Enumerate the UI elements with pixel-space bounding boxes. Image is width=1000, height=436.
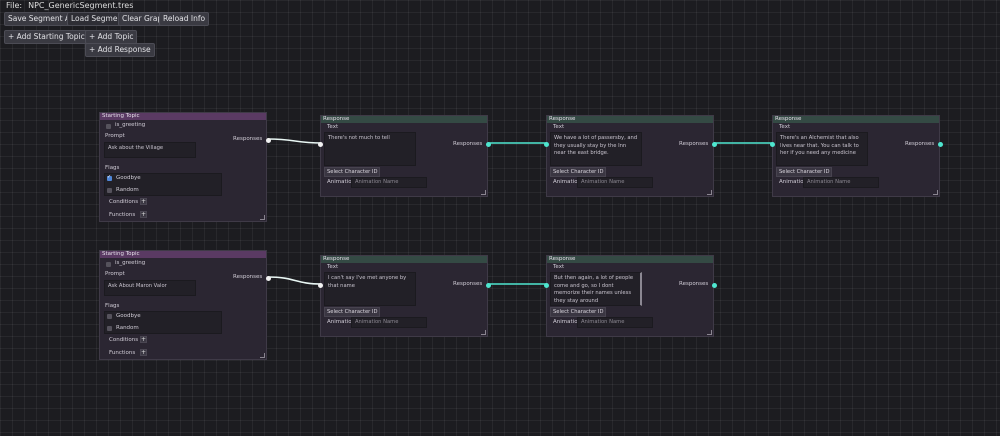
select-character-button[interactable]: Select Character ID (550, 167, 607, 177)
functions-label: Functions (109, 350, 136, 356)
response-text-input[interactable]: I can't say I've met anyone by that name (324, 272, 416, 306)
response-node[interactable]: Response Text There's not much to tell S… (318, 115, 491, 197)
resize-handle[interactable] (481, 330, 486, 335)
responses-output-port[interactable] (938, 142, 943, 147)
response-input-port[interactable] (544, 283, 549, 288)
responses-output-port[interactable] (486, 283, 491, 288)
add-condition-button[interactable]: + (140, 336, 147, 343)
is-greeting-checkbox[interactable] (106, 124, 111, 129)
animation-name-input[interactable]: Animation Name (351, 317, 427, 328)
flags-label: Flags (105, 303, 120, 309)
goodbye-checkbox[interactable] (107, 174, 112, 182)
add-condition-button[interactable]: + (140, 198, 147, 205)
conditions-label: Conditions (109, 337, 139, 343)
responses-label: Responses (453, 141, 483, 147)
select-character-button[interactable]: Select Character ID (324, 307, 381, 317)
node-title: Response (321, 116, 487, 123)
response-node[interactable]: Response Text I can't say I've met anyon… (318, 255, 491, 337)
resize-handle[interactable] (707, 330, 712, 335)
select-character-button[interactable]: Select Character ID (776, 167, 833, 177)
flags-label: Flags (105, 165, 120, 171)
node-title: Starting Topic (100, 113, 266, 120)
responses-output-port[interactable] (712, 283, 717, 288)
resize-handle[interactable] (481, 190, 486, 195)
select-character-button[interactable]: Select Character ID (324, 167, 381, 177)
goodbye-label: Goodbye (116, 175, 141, 181)
prompt-label: Prompt (105, 133, 125, 139)
select-character-button[interactable]: Select Character ID (550, 307, 607, 317)
random-label: Random (116, 325, 139, 331)
node-title: Response (547, 256, 713, 263)
responses-output-port[interactable] (712, 142, 717, 147)
response-input-port[interactable] (770, 142, 775, 147)
wire-topic1-response1 (267, 138, 323, 144)
random-checkbox[interactable] (107, 188, 112, 193)
text-label: Text (553, 124, 565, 130)
animation-name-input[interactable]: Animation Name (577, 317, 653, 328)
node-title: Response (321, 256, 487, 263)
response-input-port[interactable] (318, 283, 323, 288)
animation-name-input[interactable]: Animation Name (803, 177, 879, 188)
flags-panel: Goodbye Random (104, 173, 222, 196)
wire-topic2-response4 (267, 276, 323, 285)
is-greeting-label: is_greeting (115, 122, 146, 128)
responses-label: Responses (233, 274, 263, 280)
responses-label: Responses (233, 136, 263, 142)
goodbye-label: Goodbye (116, 313, 141, 319)
response-node[interactable]: Response Text But then again, a lot of p… (544, 255, 717, 337)
response-node[interactable]: Response Text We have a lot of passersby… (544, 115, 717, 197)
prompt-input[interactable]: Ask About Maron Valor (104, 280, 196, 296)
starting-topic-node[interactable]: Starting Topic is_greeting Prompt Ask ab… (99, 112, 271, 222)
text-label: Text (327, 264, 339, 270)
text-label: Text (553, 264, 565, 270)
node-title: Response (773, 116, 939, 123)
resize-handle[interactable] (707, 190, 712, 195)
random-label: Random (116, 187, 139, 193)
is-greeting-label: is_greeting (115, 260, 146, 266)
responses-label: Responses (453, 281, 483, 287)
animation-name-input[interactable]: Animation Name (351, 177, 427, 188)
is-greeting-checkbox[interactable] (106, 262, 111, 267)
responses-output-port[interactable] (266, 138, 271, 143)
animation-name-input[interactable]: Animation Name (577, 177, 653, 188)
resize-handle[interactable] (260, 215, 265, 220)
response-text-input[interactable]: There's an Alchemist that also lives nea… (776, 132, 868, 166)
text-label: Text (327, 124, 339, 130)
starting-topic-node[interactable]: Starting Topic is_greeting Prompt Ask Ab… (99, 250, 271, 360)
node-title: Starting Topic (100, 251, 266, 258)
response-text-input[interactable]: We have a lot of passersby, and they usu… (550, 132, 642, 166)
prompt-label: Prompt (105, 271, 125, 277)
responses-label: Responses (679, 281, 709, 287)
resize-handle[interactable] (260, 353, 265, 358)
response-text-input[interactable]: But then again, a lot of people come and… (550, 272, 642, 306)
response-input-port[interactable] (318, 142, 323, 147)
functions-label: Functions (109, 212, 136, 218)
conditions-label: Conditions (109, 199, 139, 205)
add-function-button[interactable]: + (140, 211, 147, 218)
goodbye-checkbox[interactable] (107, 314, 112, 319)
responses-label: Responses (679, 141, 709, 147)
responses-output-port[interactable] (266, 276, 271, 281)
node-title: Response (547, 116, 713, 123)
prompt-input[interactable]: Ask about the Village (104, 142, 196, 158)
flags-panel: Goodbye Random (104, 311, 222, 334)
text-label: Text (779, 124, 791, 130)
responses-output-port[interactable] (486, 142, 491, 147)
random-checkbox[interactable] (107, 326, 112, 331)
resize-handle[interactable] (933, 190, 938, 195)
response-input-port[interactable] (544, 142, 549, 147)
response-node[interactable]: Response Text There's an Alchemist that … (770, 115, 943, 197)
response-text-input[interactable]: There's not much to tell (324, 132, 416, 166)
add-function-button[interactable]: + (140, 349, 147, 356)
responses-label: Responses (905, 141, 935, 147)
